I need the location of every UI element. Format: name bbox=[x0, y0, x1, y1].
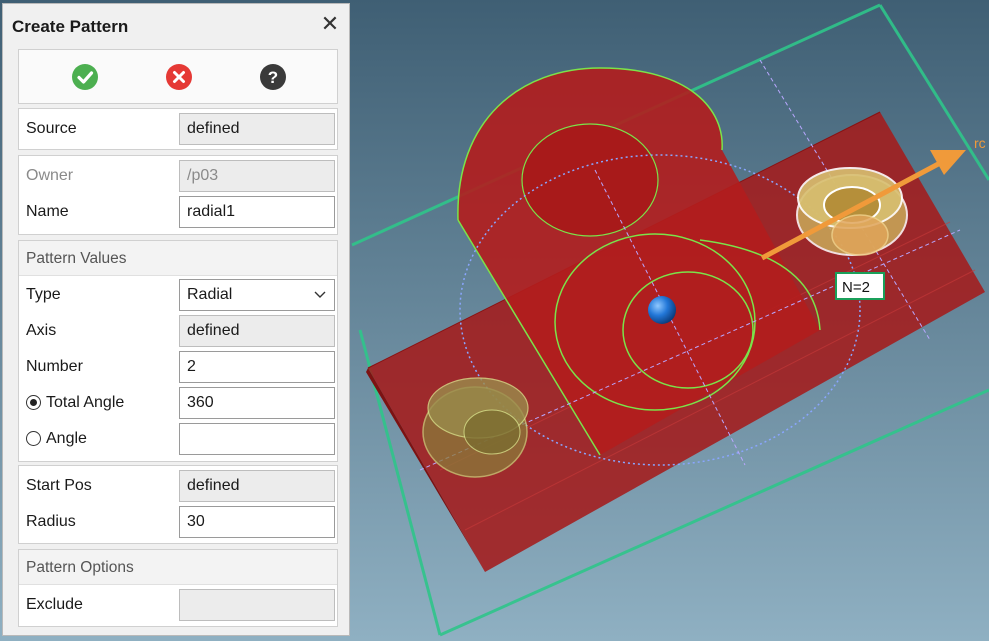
axis-label: Axis bbox=[26, 322, 57, 339]
action-bar: ? bbox=[18, 49, 338, 104]
check-circle-icon bbox=[72, 64, 98, 90]
angle-radio[interactable] bbox=[26, 431, 41, 446]
ok-button[interactable] bbox=[72, 64, 98, 90]
exclude-label: Exclude bbox=[26, 596, 83, 613]
name-input[interactable]: radial1 bbox=[179, 196, 335, 228]
pattern-instance-left bbox=[422, 377, 529, 478]
dialog-title: Create Pattern bbox=[12, 17, 129, 36]
name-row: Name radial1 bbox=[19, 194, 337, 230]
axis-field[interactable]: defined bbox=[179, 315, 335, 347]
count-label-box: N=2 bbox=[835, 272, 885, 300]
angle-input[interactable] bbox=[179, 423, 335, 455]
pattern-options-group: Pattern Options Exclude bbox=[18, 549, 338, 627]
close-icon[interactable]: ✕ bbox=[319, 13, 341, 35]
radius-label: Radius bbox=[26, 513, 76, 530]
count-label: N=2 bbox=[842, 279, 870, 296]
type-label: Type bbox=[26, 286, 61, 303]
owner-label: Owner bbox=[26, 167, 74, 184]
question-circle-icon: ? bbox=[260, 64, 286, 90]
number-row: Number 2 bbox=[19, 349, 337, 385]
angle-label: Angle bbox=[46, 430, 87, 447]
type-select[interactable]: Radial bbox=[179, 279, 335, 311]
start-pos-label: Start Pos bbox=[26, 477, 92, 494]
start-pos-row: Start Pos defined bbox=[19, 468, 337, 504]
position-group: Start Pos defined Radius 30 bbox=[18, 465, 338, 544]
owner-field: /p03 bbox=[179, 160, 335, 192]
chevron-down-icon bbox=[314, 291, 326, 298]
owner-row: Owner /p03 bbox=[19, 158, 337, 194]
exclude-row: Exclude bbox=[19, 587, 337, 623]
owner-name-group: Owner /p03 Name radial1 bbox=[18, 155, 338, 235]
cancel-button[interactable] bbox=[166, 64, 192, 90]
source-group: Source defined bbox=[18, 108, 338, 150]
pattern-options-heading: Pattern Options bbox=[26, 559, 134, 576]
radius-input[interactable]: 30 bbox=[179, 506, 335, 538]
source-label: Source bbox=[26, 120, 77, 137]
x-circle-icon bbox=[166, 64, 192, 90]
total-angle-input[interactable]: 360 bbox=[179, 387, 335, 419]
total-angle-row: Total Angle 360 bbox=[19, 385, 337, 421]
pivot-handle[interactable] bbox=[648, 296, 676, 324]
pattern-values-header[interactable]: Pattern Values bbox=[19, 241, 337, 276]
name-label: Name bbox=[26, 203, 69, 220]
create-pattern-dialog: Create Pattern ✕ ? Source defined Owner … bbox=[2, 3, 350, 636]
total-angle-radio[interactable] bbox=[26, 395, 41, 410]
pattern-options-header[interactable]: Pattern Options bbox=[19, 550, 337, 585]
exclude-field[interactable] bbox=[179, 589, 335, 621]
source-field[interactable]: defined bbox=[179, 113, 335, 145]
number-input[interactable]: 2 bbox=[179, 351, 335, 383]
pattern-values-heading: Pattern Values bbox=[26, 250, 127, 267]
help-button[interactable]: ? bbox=[260, 64, 286, 90]
axis-arrow-label: rc bbox=[974, 135, 986, 151]
type-row: Type Radial bbox=[19, 277, 337, 313]
axis-row: Axis defined bbox=[19, 313, 337, 349]
number-label: Number bbox=[26, 358, 83, 375]
type-value: Radial bbox=[187, 286, 233, 303]
source-row: Source defined bbox=[19, 111, 337, 147]
angle-row: Angle bbox=[19, 421, 337, 457]
start-pos-field[interactable]: defined bbox=[179, 470, 335, 502]
pattern-values-group: Pattern Values Type Radial Axis defined … bbox=[18, 240, 338, 462]
svg-text:?: ? bbox=[268, 68, 278, 87]
total-angle-label: Total Angle bbox=[46, 394, 125, 411]
dialog-titlebar: Create Pattern ✕ bbox=[3, 4, 349, 46]
radius-row: Radius 30 bbox=[19, 504, 337, 540]
